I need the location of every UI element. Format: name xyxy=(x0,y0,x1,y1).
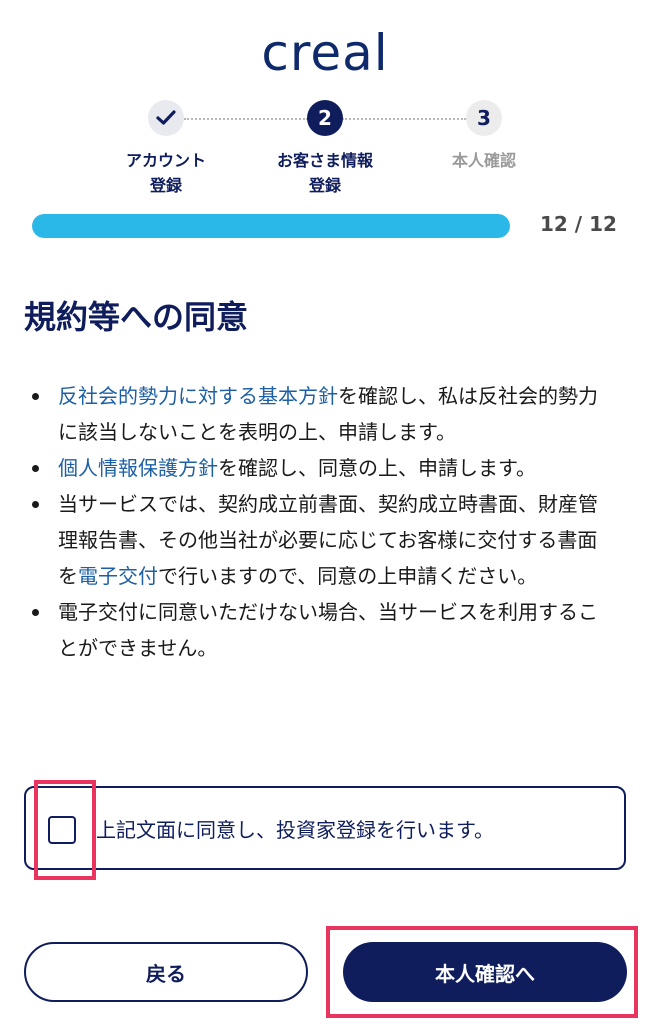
anti-social-policy-link[interactable]: 反社会的勢力に対する基本方針 xyxy=(58,384,338,408)
back-button[interactable]: 戻る xyxy=(24,942,308,1002)
registration-stepper: 2 3 アカウント 登録 お客さま情報 登録 本人確認 xyxy=(0,100,650,200)
step-3-circle: 3 xyxy=(466,100,502,136)
terms-text: を確認し、同意の上、申請します。 xyxy=(218,456,536,480)
electronic-delivery-link[interactable]: 電子交付 xyxy=(78,564,158,588)
checkbox-highlight-annotation xyxy=(34,780,96,880)
creal-logo: creal xyxy=(261,24,389,82)
terms-item: 反社会的勢力に対する基本方針を確認し、私は反社会的勢力に該当しないことを表明の上… xyxy=(30,378,605,450)
step-connector xyxy=(342,118,466,120)
progress-counter: 12 / 12 xyxy=(540,212,617,236)
step-3-label: 本人確認 xyxy=(451,151,516,170)
agreement-label[interactable]: 上記文面に同意し、投資家登録を行います。 xyxy=(96,816,494,844)
step-2-label: お客さま情報 登録 xyxy=(276,151,373,195)
page-title: 規約等への同意 xyxy=(24,298,249,336)
terms-item: 電子交付に同意いただけない場合、当サービスを利用することができません。 xyxy=(30,594,605,666)
checkmark-icon xyxy=(156,110,176,125)
terms-item: 当サービスでは、契約成立前書面、契約成立時書面、財産管理報告書、その他当社が必要… xyxy=(30,486,605,594)
terms-list: 反社会的勢力に対する基本方針を確認し、私は反社会的勢力に該当しないことを表明の上… xyxy=(30,378,605,666)
step-1-label: アカウント 登録 xyxy=(125,151,206,195)
agreement-box[interactable]: 上記文面に同意し、投資家登録を行います。 xyxy=(24,786,626,870)
terms-text: 電子交付に同意いただけない場合、当サービスを利用することができません。 xyxy=(58,600,598,660)
step-1-done-circle xyxy=(148,100,184,136)
progress-bar-fill xyxy=(32,214,510,238)
step-2-circle: 2 xyxy=(307,100,343,136)
next-button-highlight-annotation xyxy=(326,926,638,1018)
terms-item: 個人情報保護方針を確認し、同意の上、申請します。 xyxy=(30,450,605,486)
terms-text: で行いますので、同意の上申請ください。 xyxy=(158,564,538,588)
progress-bar xyxy=(32,214,510,238)
step-connector xyxy=(184,118,308,120)
privacy-policy-link[interactable]: 個人情報保護方針 xyxy=(58,456,218,480)
